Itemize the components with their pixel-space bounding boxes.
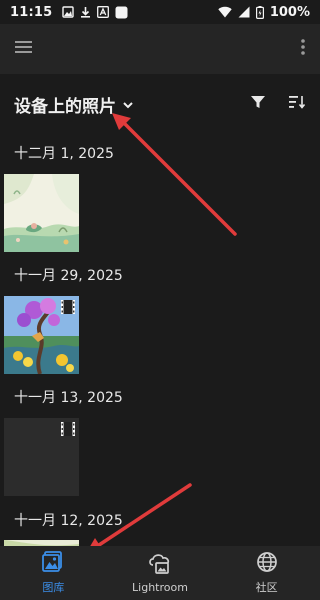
download-icon: [80, 6, 91, 18]
video-thumbnail[interactable]: [4, 418, 79, 496]
library-icon: [42, 551, 64, 576]
globe-icon: [256, 551, 278, 576]
image-icon: [62, 6, 75, 18]
app-bar: [0, 24, 320, 74]
folder-title[interactable]: 设备上的照片: [14, 92, 116, 117]
hamburger-menu-icon[interactable]: [14, 39, 34, 59]
video-thumbnail[interactable]: [4, 296, 79, 374]
date-header: 十一月 12, 2025: [14, 513, 123, 529]
nav-label: 社区: [255, 581, 278, 594]
notification-icons: [62, 6, 128, 19]
chevron-down-icon[interactable]: [122, 95, 134, 114]
date-header: 十二月 1, 2025: [14, 146, 114, 162]
signal-icon: [238, 6, 250, 18]
nav-label: 图库: [42, 581, 65, 594]
a-box-icon: [97, 6, 110, 18]
photo-thumbnail[interactable]: [4, 174, 79, 252]
video-badge-icon: [60, 299, 76, 315]
photo-grid: 十二月 1, 2025 十一月 29, 2025 十一月 13, 2025 十一…: [0, 130, 320, 546]
nav-label: Lightroom: [132, 580, 188, 594]
wifi-icon: [218, 6, 232, 18]
status-bar: 11:15 100%: [0, 0, 320, 24]
status-time: 11:15: [10, 4, 53, 20]
status-right: 100%: [218, 5, 310, 20]
nav-library[interactable]: 图库: [0, 546, 107, 600]
folder-header: 设备上的照片: [0, 82, 320, 126]
sort-icon[interactable]: [288, 94, 306, 114]
cloud-image-icon: [148, 553, 172, 578]
white-square-icon: [115, 6, 128, 19]
vertical-dots-icon[interactable]: [300, 38, 306, 60]
battery-icon: [255, 5, 264, 19]
filter-icon[interactable]: [250, 94, 266, 114]
date-header: 十一月 13, 2025: [14, 390, 123, 406]
video-badge-icon: [60, 421, 76, 437]
bottom-navigation: 图库 Lightroom 社区: [0, 546, 320, 600]
date-header: 十一月 29, 2025: [14, 268, 123, 284]
battery-percent: 100%: [269, 4, 310, 20]
nav-community[interactable]: 社区: [213, 546, 320, 600]
nav-lightroom[interactable]: Lightroom: [107, 546, 214, 600]
